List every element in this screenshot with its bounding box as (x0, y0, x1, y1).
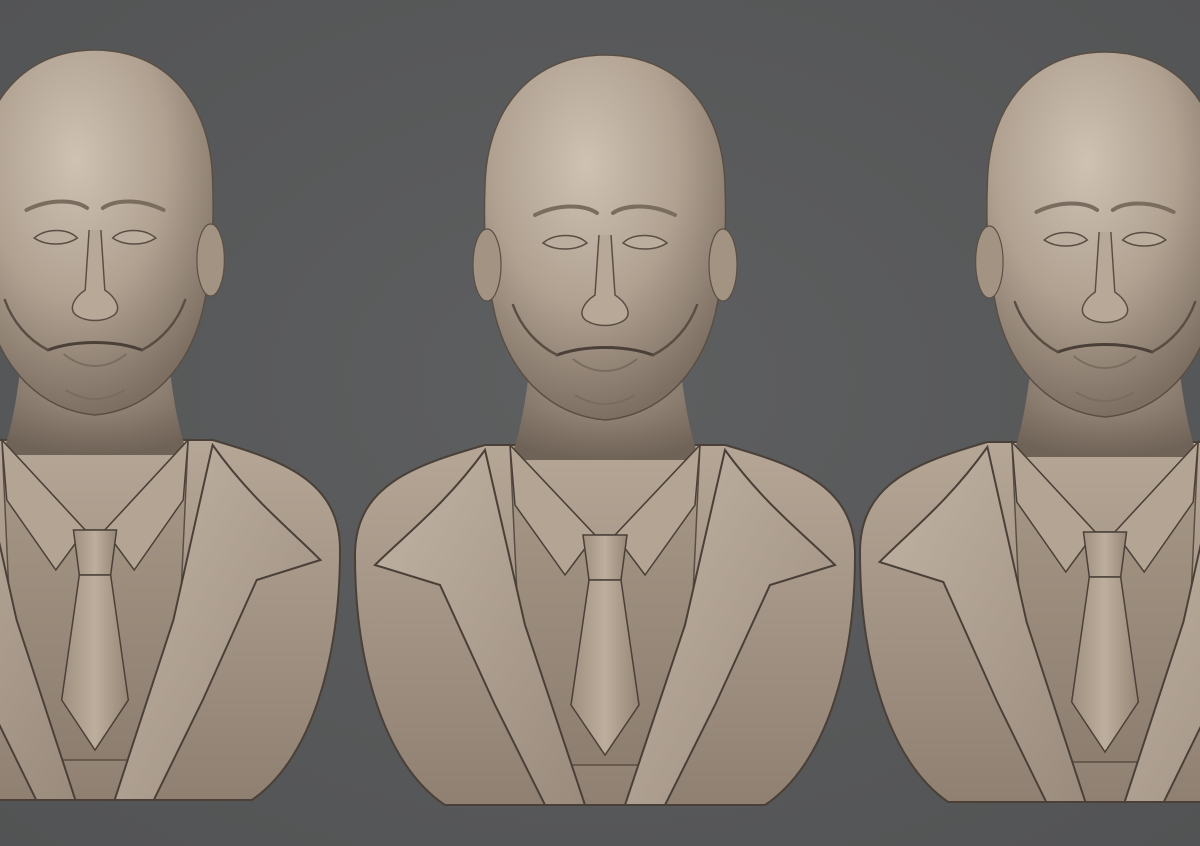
sculpt-viewport[interactable] (0, 0, 1200, 846)
bust-render-scene (0, 0, 1200, 846)
